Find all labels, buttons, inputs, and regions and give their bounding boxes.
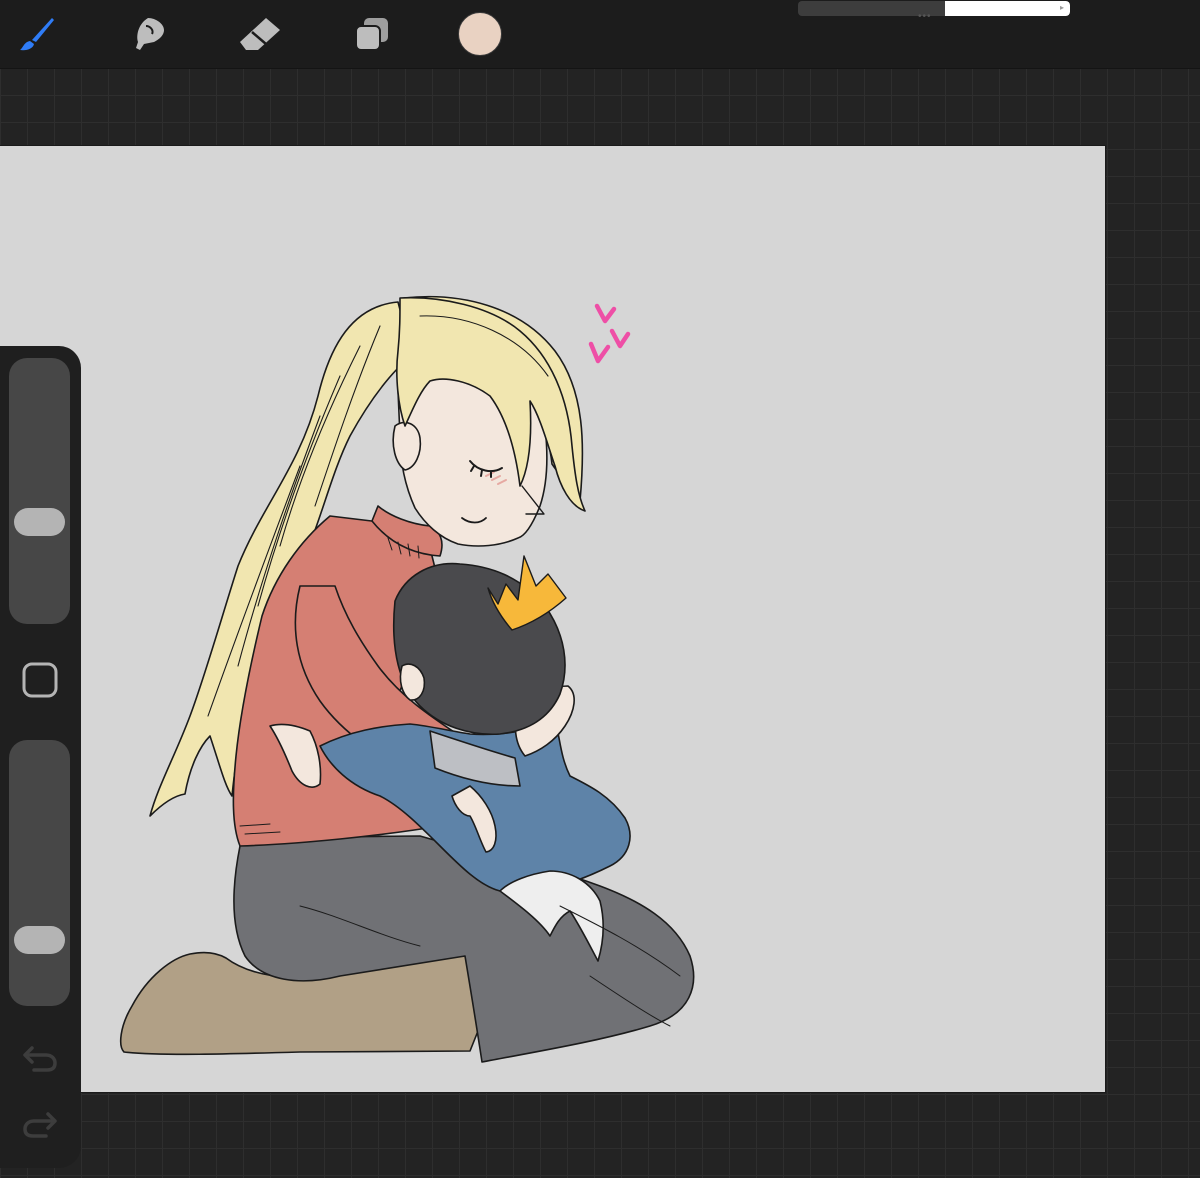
drawing-canvas[interactable] <box>0 146 1105 1092</box>
eraser-icon <box>238 14 282 54</box>
undo-icon <box>22 1042 58 1079</box>
brush-size-slider[interactable] <box>9 358 70 624</box>
brush-size-thumb[interactable] <box>14 508 65 536</box>
layers-icon <box>352 14 392 54</box>
procreate-app: ▸ ••• <box>0 0 1200 1178</box>
redo-button[interactable] <box>20 1106 60 1146</box>
undo-button[interactable] <box>20 1040 60 1080</box>
status-mark-icon: ▸ <box>1059 3 1064 12</box>
smudge-icon <box>130 14 170 54</box>
artwork-illustration <box>119 295 695 1063</box>
opacity-thumb[interactable] <box>14 926 65 954</box>
hearts <box>588 303 631 364</box>
status-progress-bar: ▸ <box>798 1 1070 16</box>
layers-tool-button[interactable] <box>348 10 396 58</box>
left-sidebar <box>0 346 81 1168</box>
brush-tool-button[interactable] <box>14 10 62 58</box>
redo-icon <box>22 1108 58 1145</box>
color-picker-button[interactable] <box>458 12 502 56</box>
smudge-tool-button[interactable] <box>126 10 174 58</box>
top-toolbar: ▸ ••• <box>0 0 1200 69</box>
opacity-slider[interactable] <box>9 740 70 1006</box>
modify-button[interactable] <box>22 662 58 703</box>
more-dots-icon[interactable]: ••• <box>918 12 932 22</box>
eraser-tool-button[interactable] <box>236 10 284 58</box>
status-progress-fill <box>944 1 1070 16</box>
square-icon <box>22 662 58 703</box>
brush-icon <box>18 14 58 54</box>
